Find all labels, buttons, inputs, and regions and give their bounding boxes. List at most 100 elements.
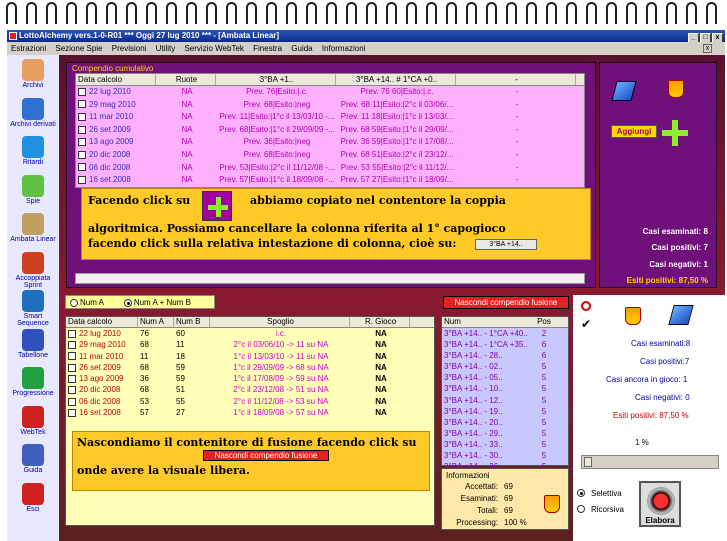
row-checkbox[interactable] — [78, 150, 86, 159]
row-checkbox[interactable] — [68, 386, 76, 395]
row-checkbox[interactable] — [68, 375, 76, 384]
col-num-b[interactable]: Num B — [174, 317, 210, 327]
col-ruote[interactable]: Ruote — [156, 74, 216, 85]
cell-text: - — [515, 87, 519, 96]
table-row[interactable]: 06 dic 2008 NA Prev. 53|Esito:|2°c il 11/1… — [76, 162, 584, 175]
menu-informazioni[interactable]: Informazioni — [322, 44, 366, 53]
radio-ricorsiva[interactable] — [577, 505, 585, 513]
list-item[interactable]: 3°BA +14.. - 02.. 5 — [442, 361, 568, 372]
sidebar-item-esci[interactable]: Esci — [7, 482, 59, 513]
col-capogioco-1[interactable]: 3°BA +1.. — [216, 74, 336, 85]
list-item[interactable]: 3°BA +14.. - 20.. 5 — [442, 417, 568, 428]
col-data-calcolo[interactable]: Data calcolo — [66, 317, 138, 327]
table-cell: 1°c il 13/03/10 -> 11 su NA — [210, 351, 350, 362]
list-item[interactable]: 3°BA +14.. - 10.. 5 — [442, 383, 568, 394]
books-icon[interactable] — [668, 305, 694, 325]
menu-guida[interactable]: Guida — [291, 44, 312, 53]
col-num-a[interactable]: Num A — [138, 317, 174, 327]
checkmark-icon[interactable]: ✔ — [581, 317, 591, 331]
mdi-close-icon[interactable]: x — [703, 44, 712, 53]
menu-previsioni[interactable]: Previsioni — [112, 44, 147, 53]
table-row[interactable]: 26 set 2009 68 59 1°c il 29/09/09 -> 68 su … — [66, 362, 434, 373]
menu-sezione-spie[interactable]: Sezione Spie — [55, 44, 102, 53]
list-item[interactable]: 3°BA +14.. - 1°CA +40.. 2 — [442, 328, 568, 339]
menu-utility[interactable]: Utility — [156, 44, 176, 53]
books-icon[interactable] — [611, 81, 637, 101]
add-plus-icon[interactable] — [662, 120, 688, 146]
table-row[interactable]: 16 set 2008 57 27 1°c il 18/09/08 -> 57 su … — [66, 407, 434, 418]
sidebar-item-ambata-linear[interactable]: Ambata Linear — [7, 213, 59, 243]
pot-icon[interactable] — [668, 80, 684, 98]
row-checkbox[interactable] — [68, 341, 76, 350]
table-row[interactable]: 11 mar 2010 NA Prev. 11|Esito:|1°c il 13/0… — [76, 111, 584, 124]
menu-finestra[interactable]: Finestra — [253, 44, 282, 53]
menu-servizio-webtek[interactable]: Servizio WebTek — [184, 44, 243, 53]
table-row[interactable]: 13 ago 2009 36 59 1°c il 17/08/09 -> 59 su … — [66, 373, 434, 384]
row-checkbox[interactable] — [68, 329, 76, 338]
list-item[interactable]: 3°BA +14.. - 33.. 5 — [442, 439, 568, 450]
column-header-button[interactable]: 3°BA +14.. — [475, 239, 537, 250]
col-r-gioco[interactable]: R. Gioco — [350, 317, 410, 327]
list-item[interactable]: 3°BA +14.. - 30.. 5 — [442, 450, 568, 461]
table-row[interactable]: 20 dic 2008 NA Prev. 68|Esito:|neg Prev. 68… — [76, 149, 584, 162]
table-row[interactable]: 20 dic 2008 68 51 2°c il 23/12/08 -> 51 su … — [66, 384, 434, 395]
table-row[interactable]: 22 lug 2010 76 60 i.c. NA — [66, 328, 434, 339]
row-checkbox[interactable] — [68, 363, 76, 372]
list-item[interactable]: 3°BA +14.. - 12.. 5 — [442, 395, 568, 406]
sidebar-item-smart-sequence[interactable]: Smart Sequence — [7, 290, 59, 327]
row-checkbox[interactable] — [68, 397, 76, 406]
col-spoglio[interactable]: Spoglio — [210, 317, 350, 327]
table-row[interactable]: 06 dic 2008 53 55 2°c il 11/12/08 -> 53 su … — [66, 396, 434, 407]
row-checkbox[interactable] — [68, 408, 76, 417]
pot-icon[interactable] — [625, 307, 641, 325]
sidebar-item-archivi-derivati[interactable]: Archivi derivati — [7, 97, 59, 128]
processing-label: Processing: — [456, 518, 498, 527]
row-checkbox[interactable] — [68, 352, 76, 361]
forbidden-icon[interactable] — [581, 301, 591, 311]
table-row[interactable]: 11 mar 2010 11 18 1°c il 13/03/10 -> 11 su … — [66, 351, 434, 362]
sidebar-item-spie[interactable]: Spie — [7, 174, 59, 205]
slider-thumb[interactable] — [584, 457, 592, 467]
nascondi-compendio-button[interactable]: Nascondi compendio fusione — [443, 296, 569, 309]
horizontal-scrollbar[interactable] — [75, 273, 585, 284]
row-checkbox[interactable] — [78, 87, 86, 96]
elabora-button[interactable]: Elabora — [639, 481, 681, 527]
list-item[interactable]: 3°BA +14.. - 1°CA +35.. 6 — [442, 339, 568, 350]
table-row[interactable]: 16 set 2008 NA Prev. 57|Esito:|1°c il 18/0… — [76, 174, 584, 187]
list-item[interactable]: 3°BA +14.. - 28.. 6 — [442, 350, 568, 361]
aggiungi-button[interactable]: Aggiungi — [611, 125, 657, 138]
list-item[interactable]: 3°BA +14.. - 29.. 5 — [442, 428, 568, 439]
percent-slider[interactable] — [581, 455, 719, 469]
menu-estrazioni[interactable]: Estrazioni — [11, 44, 46, 53]
list-item[interactable]: 3°BA +14.. - 05.. 5 — [442, 372, 568, 383]
table-row[interactable]: 13 ago 2009 NA Prev. 36|Esito:|neg Prev. 36… — [76, 136, 584, 149]
sidebar-item-ritardi[interactable]: Ritardi — [7, 136, 59, 166]
sidebar-item-webtek[interactable]: WebTek — [7, 405, 59, 436]
row-checkbox[interactable] — [78, 113, 86, 122]
table-row[interactable]: 29 mag 2010 NA Prev. 68|Esito:|neg Prev. 68… — [76, 99, 584, 112]
table-row[interactable]: 22 lug 2010 NA Prev. 76|Esito:|.c. Prev. 76… — [76, 86, 584, 99]
row-checkbox[interactable] — [78, 100, 86, 109]
cell-text: Prev. 57|Esito:|1°c il 18/09/08 -... — [219, 175, 335, 185]
sidebar-item-guida[interactable]: Guida — [7, 444, 59, 474]
col-num[interactable]: Num — [442, 317, 530, 327]
table-row[interactable]: 29 mag 2010 68 11 2°c il 03/06/10 -> 11 su … — [66, 339, 434, 350]
row-checkbox[interactable] — [78, 163, 86, 172]
sidebar-item-tabellone[interactable]: Tabellone — [7, 328, 59, 359]
row-checkbox[interactable] — [78, 176, 86, 185]
col-capogioco-2[interactable]: 3°BA +14.. # 1°CA +0.. — [336, 74, 456, 85]
list-item[interactable]: 3°BA +14.. - 19.. 5 — [442, 406, 568, 417]
table-cell: 11 — [138, 351, 174, 362]
sidebar-item-progressione[interactable]: Progressione — [7, 367, 59, 397]
sidebar-item-archivi[interactable]: Archivi — [7, 59, 59, 89]
radio-selettiva[interactable] — [577, 489, 585, 497]
sidebar-item-accoppiata-sprint[interactable]: Accoppiata Sprint — [7, 251, 59, 289]
col-empty[interactable]: - — [456, 74, 576, 85]
row-checkbox[interactable] — [78, 125, 86, 134]
radio-num-a[interactable] — [70, 298, 78, 307]
row-checkbox[interactable] — [78, 138, 86, 147]
radio-num-a-b[interactable] — [123, 298, 132, 307]
table-row[interactable]: 26 set 2009 NA Prev. 68|Esito:|1°c il 29/0… — [76, 124, 584, 137]
col-pos[interactable]: Pos — [530, 317, 558, 327]
col-data-calcolo[interactable]: Data calcolo — [76, 74, 156, 85]
